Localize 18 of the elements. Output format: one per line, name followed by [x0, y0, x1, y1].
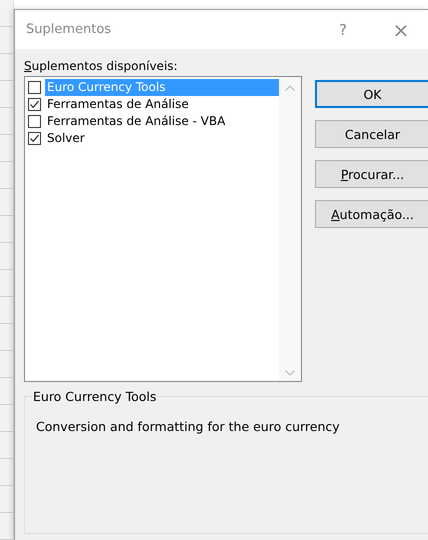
- addin-item[interactable]: Ferramentas de Análise: [45, 96, 279, 113]
- dialog-button[interactable]: Procurar...: [315, 160, 428, 188]
- checkbox[interactable]: [28, 81, 41, 94]
- checkbox[interactable]: [28, 98, 41, 111]
- addin-item[interactable]: Ferramentas de Análise - VBA: [45, 113, 279, 130]
- addin-item[interactable]: Solver: [45, 130, 279, 147]
- help-button[interactable]: ?: [314, 20, 372, 38]
- group-title: Euro Currency Tools: [32, 389, 158, 404]
- dialog-button[interactable]: OK: [315, 80, 428, 108]
- list-label: Suplementos disponíveis:: [24, 59, 178, 73]
- addins-listbox[interactable]: Euro Currency Tools Ferramentas de Análise Ferramentas de Análise - VBA Solver: [24, 76, 302, 382]
- description-text: Conversion and formatting for the euro currency: [36, 419, 341, 434]
- dialog-button[interactable]: Automação...: [315, 200, 428, 228]
- window-title: Suplementos: [26, 22, 112, 37]
- checkbox[interactable]: [28, 115, 41, 128]
- dialog-button[interactable]: Cancelar: [315, 120, 428, 148]
- close-button[interactable]: ×: [372, 18, 428, 42]
- checkbox[interactable]: [28, 132, 41, 145]
